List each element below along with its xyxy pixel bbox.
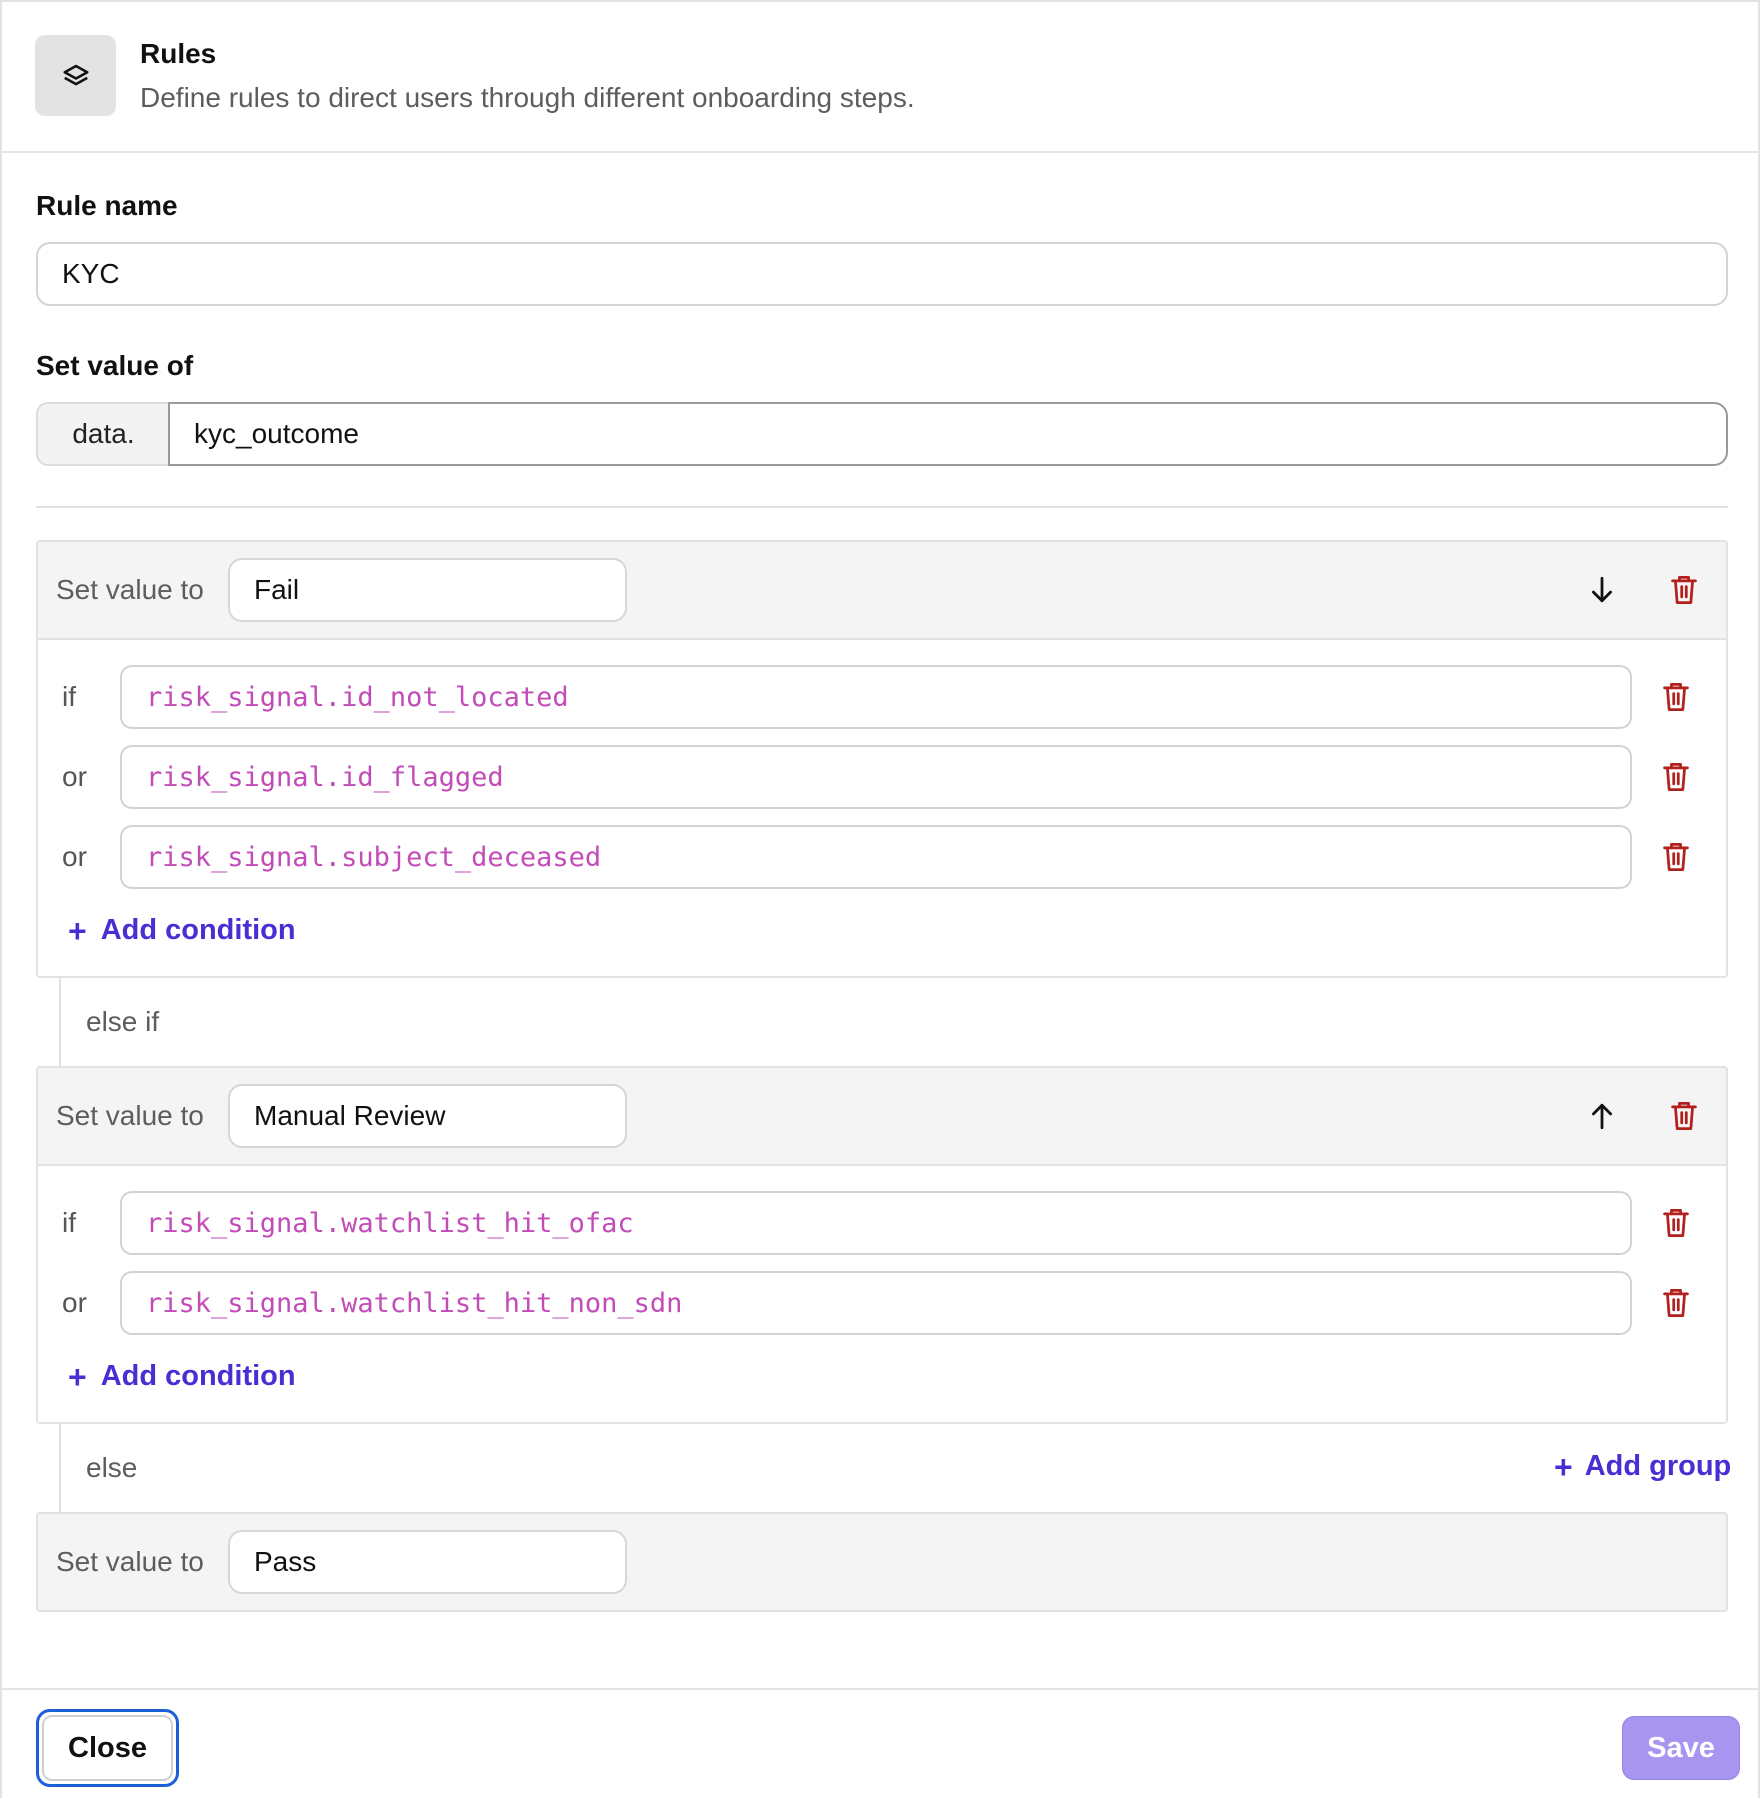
condition-row: or risk_signal.watchlist_hit_non_sdn [38,1271,1726,1335]
dialog-subtitle: Define rules to direct users through dif… [140,82,915,113]
condition-input[interactable]: risk_signal.watchlist_hit_ofac [120,1191,1632,1255]
group-value: Fail [254,574,300,605]
condition-input[interactable]: risk_signal.id_not_located [120,665,1632,729]
rules-dialog: Rules Define rules to direct users throu… [0,0,1760,1798]
arrow-up-icon[interactable] [1584,1098,1620,1134]
add-group-label: Add group [1584,1450,1732,1482]
delete-condition-trash-icon[interactable] [1658,679,1694,715]
condition-operator: if [62,681,76,712]
else-if-label: else if [86,1006,160,1037]
connector-line [59,1424,61,1514]
set-value-to-label: Set value to [56,1546,204,1577]
arrow-down-icon[interactable] [1584,572,1620,608]
else-value-input[interactable]: Pass [228,1530,627,1594]
condition-row: or risk_signal.subject_deceased [38,825,1726,889]
plus-icon: + [68,912,87,949]
rule-group-conditions: if risk_signal.watchlist_hit_ofac or ris… [36,1166,1728,1424]
condition-row: if risk_signal.watchlist_hit_ofac [38,1191,1726,1255]
delete-condition-trash-icon[interactable] [1658,1205,1694,1241]
save-button[interactable]: Save [1622,1716,1740,1780]
field-prefix: data. [36,402,169,466]
rule-name-label: Rule name [36,190,178,221]
condition-input[interactable]: risk_signal.id_flagged [120,745,1632,809]
delete-condition-trash-icon[interactable] [1658,759,1694,795]
condition-operator: or [62,841,87,872]
dialog-footer: Close Save [2,1688,1758,1800]
group-value-input[interactable]: Fail [228,558,627,622]
delete-group-trash-icon[interactable] [1666,1098,1702,1134]
set-value-to-label: Set value to [56,574,204,605]
rule-group-header: Set value to Manual Review [36,1066,1728,1166]
field-name-input[interactable]: kyc_outcome [168,402,1728,466]
condition-row: if risk_signal.id_not_located [38,665,1726,729]
dialog-title: Rules [140,38,217,69]
plus-icon: + [1554,1448,1573,1485]
add-group-button[interactable]: + Add group [1554,1450,1731,1483]
delete-group-trash-icon[interactable] [1666,572,1702,608]
set-value-to-label: Set value to [56,1100,204,1131]
field-name-value: kyc_outcome [194,418,359,449]
add-condition-button[interactable]: + Add condition [68,1360,296,1393]
group-value-input[interactable]: Manual Review [228,1084,627,1148]
condition-operator: or [62,761,87,792]
rule-name-input[interactable]: KYC [36,242,1728,306]
set-value-of-label: Set value of [36,350,194,381]
close-button[interactable]: Close [36,1709,179,1787]
section-divider [36,506,1728,508]
layers-icon [35,35,116,116]
delete-condition-trash-icon[interactable] [1658,1285,1694,1321]
else-value: Pass [254,1546,317,1577]
condition-input[interactable]: risk_signal.watchlist_hit_non_sdn [120,1271,1632,1335]
rule-group-header: Set value to Fail [36,540,1728,640]
group-value: Manual Review [254,1100,446,1131]
plus-icon: + [68,1358,87,1395]
condition-operator: if [62,1207,76,1238]
close-button-label: Close [68,1731,147,1764]
delete-condition-trash-icon[interactable] [1658,839,1694,875]
add-condition-label: Add condition [100,914,296,946]
connector-line [59,978,61,1068]
condition-operator: or [62,1287,87,1318]
condition-input[interactable]: risk_signal.subject_deceased [120,825,1632,889]
rule-name-value: KYC [62,258,120,289]
condition-row: or risk_signal.id_flagged [38,745,1726,809]
save-button-label: Save [1647,1731,1715,1764]
add-condition-label: Add condition [100,1360,296,1392]
else-group-header: Set value to Pass [36,1512,1728,1612]
rule-group-conditions: if risk_signal.id_not_located or risk_si… [36,640,1728,978]
else-label: else [86,1452,138,1483]
add-condition-button[interactable]: + Add condition [68,914,296,947]
field-path-group: data. kyc_outcome [36,402,1728,466]
dialog-header: Rules Define rules to direct users throu… [2,2,1758,153]
